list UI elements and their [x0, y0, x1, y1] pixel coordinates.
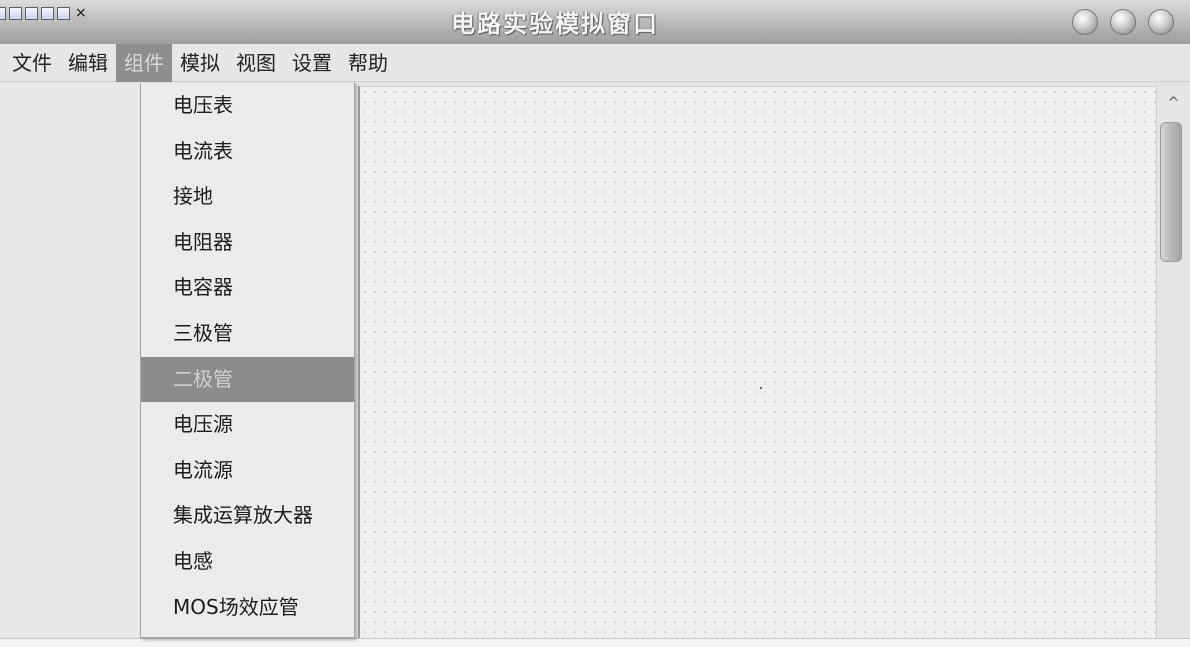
menu-item-inductor[interactable]: 电感 — [141, 539, 354, 585]
quick-toolbar: × — [0, 4, 87, 22]
word-icon[interactable] — [41, 6, 54, 20]
scroll-up-icon[interactable]: ^ — [1157, 90, 1190, 116]
window-title: 电路实验模拟窗口 — [451, 9, 659, 38]
menu-item-voltmeter[interactable]: 电压表 — [141, 83, 354, 129]
menu-item-voltage-source[interactable]: 电压源 — [141, 402, 354, 448]
left-panel — [0, 83, 140, 639]
menu-simulate[interactable]: 模拟 — [172, 44, 228, 82]
components-dropdown-menu: 电压表 电流表 接地 电阻器 电容器 三极管 二极管 电压源 电流源 集成运算放… — [140, 83, 355, 638]
close-button[interactable] — [1148, 9, 1174, 35]
app-window: 电路实验模拟窗口 × 文件 编辑 组件 模拟 视图 设置 帮助 ^ 电压表 电流… — [0, 0, 1190, 647]
close-icon[interactable]: × — [75, 6, 87, 20]
preview-icon[interactable] — [25, 6, 38, 20]
menu-item-ground[interactable]: 接地 — [141, 174, 354, 220]
menu-item-diode[interactable]: 二极管 — [141, 356, 354, 403]
canvas-point — [760, 387, 762, 389]
menu-item-ammeter[interactable]: 电流表 — [141, 129, 354, 175]
menu-bar: 文件 编辑 组件 模拟 视图 设置 帮助 — [0, 43, 1190, 82]
bottom-border — [0, 638, 1190, 647]
menu-item-mosfet[interactable]: MOS场效应管 — [141, 585, 354, 631]
wand-icon[interactable] — [57, 6, 70, 20]
maximize-button[interactable] — [1110, 9, 1136, 35]
menu-item-current-source[interactable]: 电流源 — [141, 448, 354, 494]
menu-settings[interactable]: 设置 — [284, 44, 340, 82]
menu-item-transistor[interactable]: 三极管 — [141, 311, 354, 357]
circuit-canvas[interactable] — [358, 86, 1156, 638]
minimize-button[interactable] — [1072, 9, 1098, 35]
scroll-thumb[interactable] — [1160, 122, 1182, 262]
doc-icon[interactable] — [0, 6, 6, 20]
vertical-scrollbar[interactable]: ^ — [1156, 86, 1190, 638]
menu-edit[interactable]: 编辑 — [60, 44, 116, 82]
menu-item-capacitor[interactable]: 电容器 — [141, 265, 354, 311]
menu-item-resistor[interactable]: 电阻器 — [141, 220, 354, 266]
menu-view[interactable]: 视图 — [228, 44, 284, 82]
menu-file[interactable]: 文件 — [4, 44, 60, 82]
menu-help[interactable]: 帮助 — [340, 44, 396, 82]
menu-item-op-amp[interactable]: 集成运算放大器 — [141, 493, 354, 539]
menu-components[interactable]: 组件 — [116, 43, 172, 82]
title-bar[interactable]: 电路实验模拟窗口 — [0, 0, 1190, 44]
print-icon[interactable] — [9, 6, 22, 20]
